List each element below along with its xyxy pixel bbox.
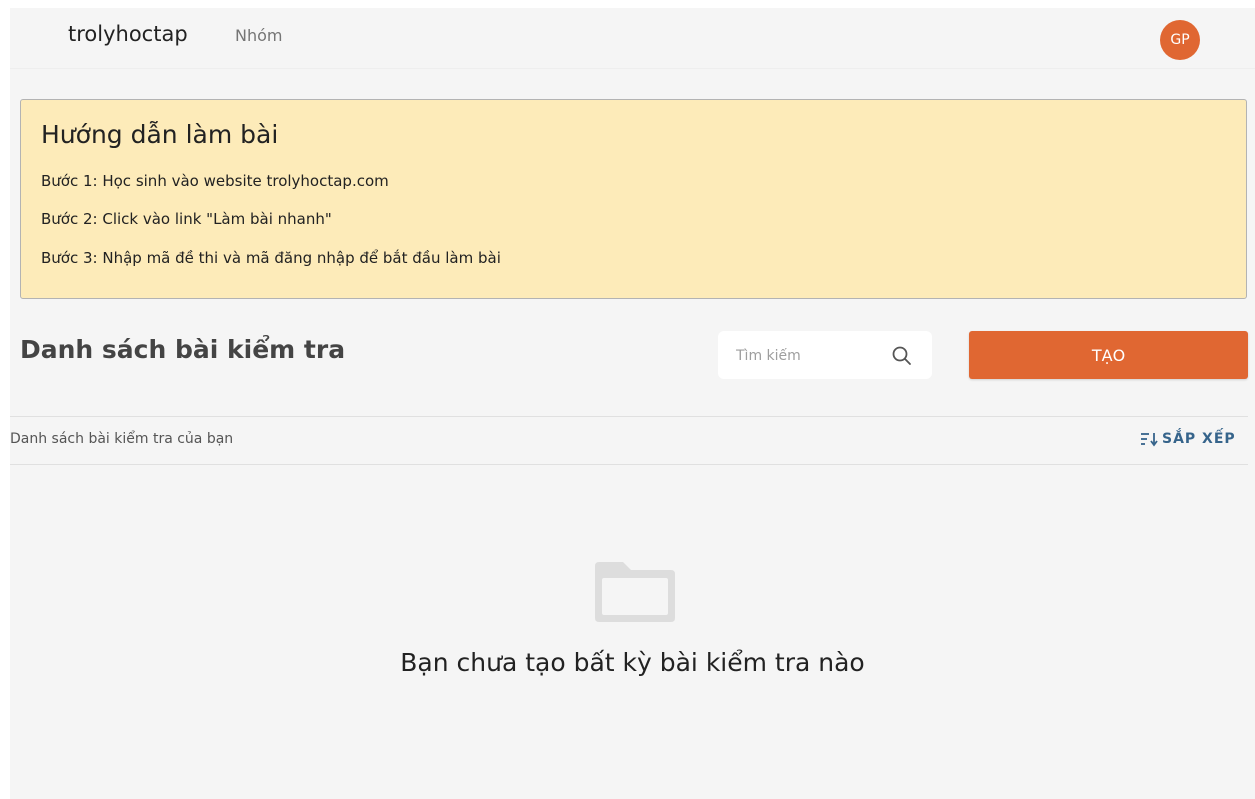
instruction-step-1: Bước 1: Học sinh vào website trolyhoctap… [41, 172, 389, 190]
list-subheading: Danh sách bài kiểm tra của bạn [10, 431, 234, 447]
sort-icon [1141, 433, 1158, 447]
top-navbar: trolyhoctap Nhóm GP [10, 8, 1255, 69]
search-input[interactable] [734, 343, 888, 369]
nav-link-groups[interactable]: Nhóm [235, 26, 282, 45]
user-avatar[interactable]: GP [1160, 20, 1200, 60]
app-container: trolyhoctap Nhóm GP Hướng dẫn làm bài Bư… [10, 8, 1255, 799]
instruction-panel: Hướng dẫn làm bài Bước 1: Học sinh vào w… [20, 99, 1247, 299]
instruction-step-2: Bước 2: Click vào link "Làm bài nhanh" [41, 210, 332, 228]
search-icon[interactable] [890, 344, 914, 368]
divider-top [10, 416, 1248, 417]
create-test-button[interactable]: TẠO [969, 331, 1248, 379]
folder-icon [595, 562, 675, 622]
instruction-step-3: Bước 3: Nhập mã đề thi và mã đăng nhập đ… [41, 249, 501, 267]
instruction-title: Hướng dẫn làm bài [41, 120, 279, 149]
search-box [718, 331, 932, 379]
sort-label: SẮP XẾP [1162, 431, 1236, 447]
brand-logo-link[interactable]: trolyhoctap [68, 22, 188, 46]
divider-bottom [10, 464, 1248, 465]
empty-state-message: Bạn chưa tạo bất kỳ bài kiểm tra nào [400, 648, 865, 677]
sort-button[interactable]: SẮP XẾP [1140, 429, 1236, 449]
page-title: Danh sách bài kiểm tra [20, 335, 346, 364]
